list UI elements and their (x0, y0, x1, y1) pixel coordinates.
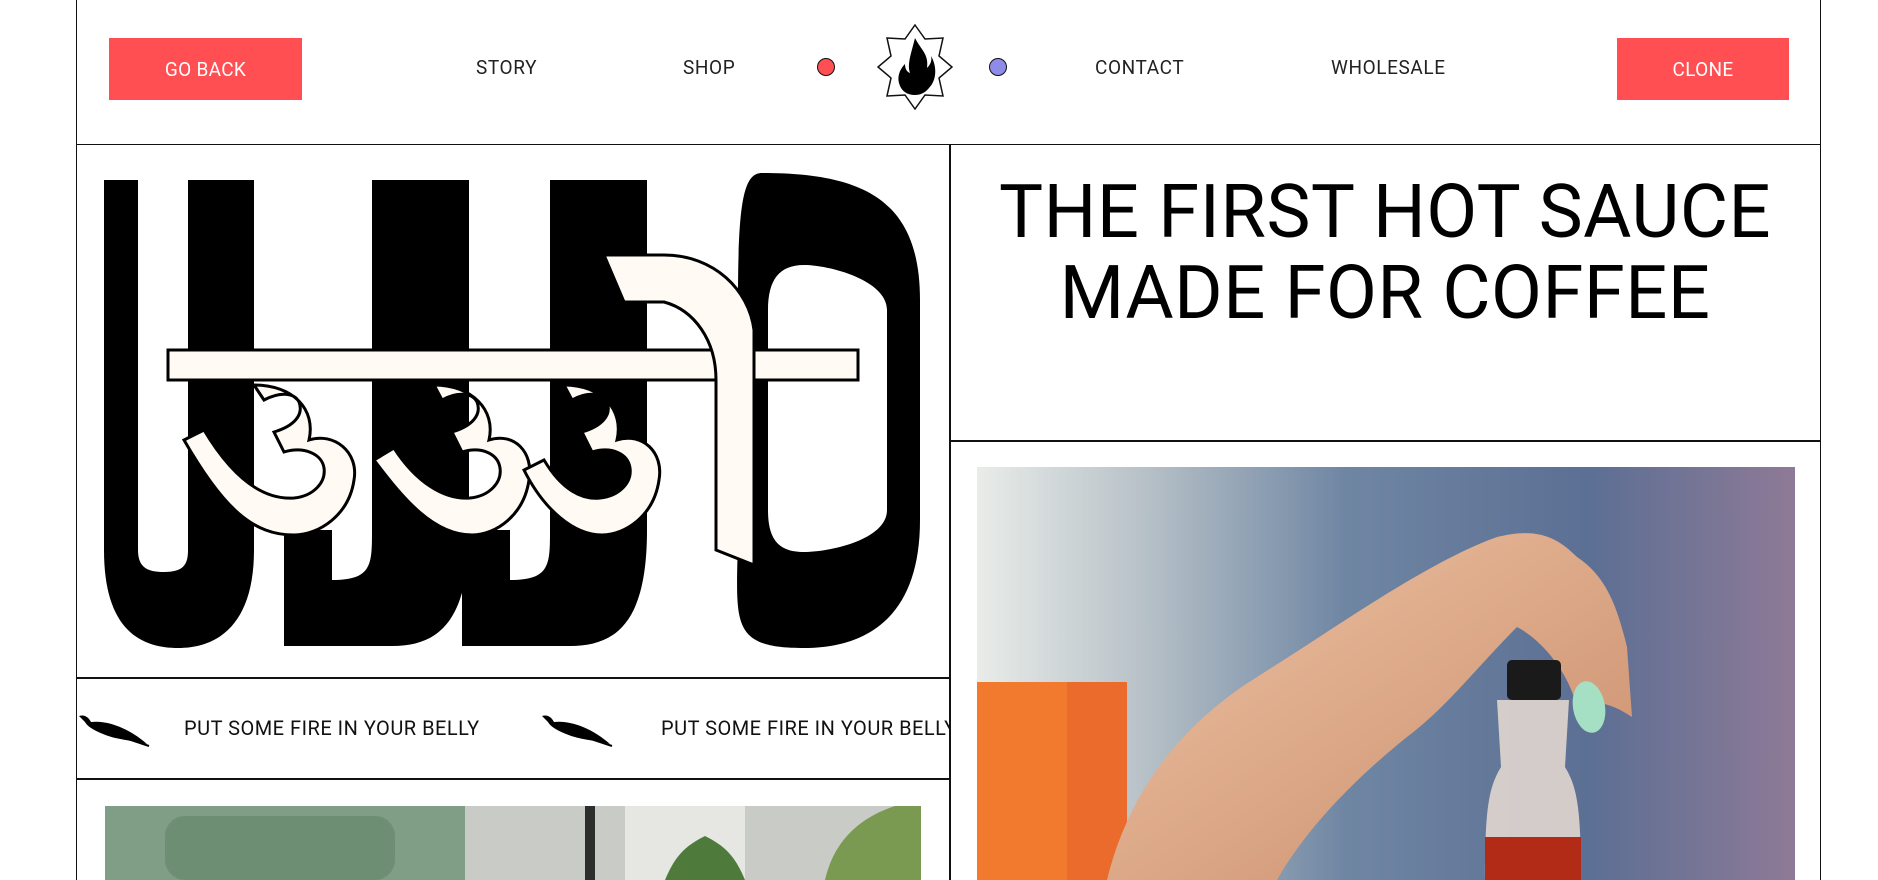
site-header: GO BACK STORY SHOP CONTACT WHOLESALE CLO… (76, 0, 1821, 145)
red-dot (817, 58, 835, 76)
marquee-text: PUT SOME FIRE IN YOUR BELLY (184, 716, 480, 740)
hero-headline: THE FIRST HOT SAUCE MADE FOR COFFEE (998, 169, 1772, 337)
grid-divider-headline (951, 440, 1821, 442)
marquee-text: PUT SOME FIRE IN YOUR BELLY (661, 716, 949, 740)
ujjo-latin-letters (104, 173, 920, 648)
flame-badge-icon[interactable] (877, 24, 953, 110)
ujjo-logo (104, 173, 920, 648)
nav-shop[interactable]: SHOP (683, 56, 735, 79)
hand-bottle-photo (977, 467, 1795, 880)
nav-wholesale[interactable]: WHOLESALE (1331, 56, 1446, 79)
go-back-button[interactable]: GO BACK (109, 38, 302, 100)
chili-pepper-icon (542, 715, 613, 747)
blue-dot (989, 58, 1007, 76)
clone-button[interactable]: CLONE (1617, 38, 1789, 100)
nav-story[interactable]: STORY (476, 56, 537, 79)
marquee-banner: PUT SOME FIRE IN YOUR BELLY PUT SOME FIR… (77, 678, 949, 778)
nav-contact[interactable]: CONTACT (1095, 56, 1184, 79)
chili-pepper-icon (79, 715, 150, 747)
grid-divider-marquee-bottom (77, 778, 950, 780)
lifestyle-photo (105, 806, 921, 880)
